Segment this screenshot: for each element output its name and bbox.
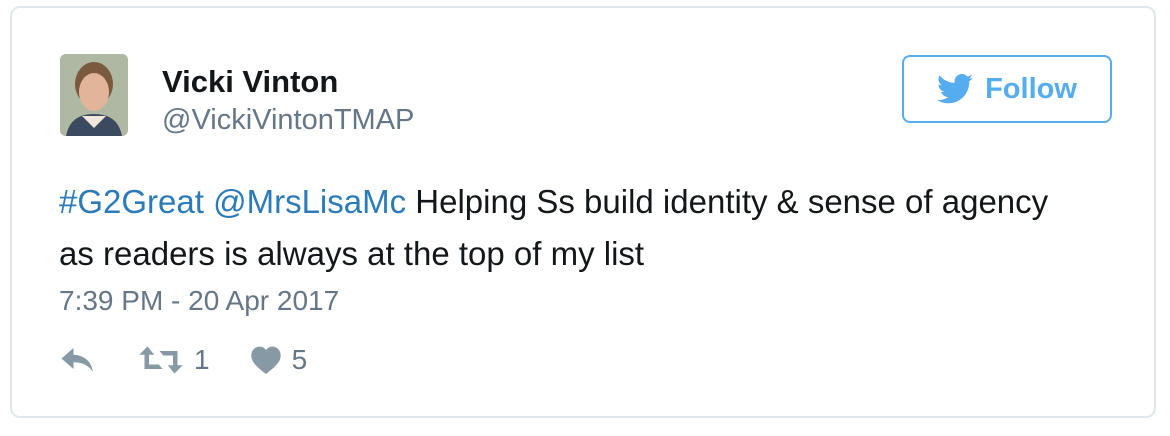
reply-button[interactable]: [60, 346, 96, 374]
tweet-text: #G2Great @MrsLisaMc Helping Ss build ide…: [59, 176, 1059, 280]
reply-icon: [61, 348, 93, 372]
retweet-count: 1: [194, 344, 210, 375]
like-count: 5: [291, 344, 308, 375]
hashtag-link[interactable]: #G2Great: [59, 183, 204, 220]
tweet-body: Helping Ss build identity & sense of age…: [59, 183, 1049, 272]
timestamp-link[interactable]: 7:39 PM - 20 Apr 2017: [59, 285, 339, 317]
follow-button[interactable]: Follow: [902, 55, 1112, 123]
author-handle[interactable]: @VickiVintonTMAP: [162, 104, 414, 137]
avatar-photo: [60, 54, 128, 136]
tweet-actions: 1 5: [60, 344, 307, 376]
twitter-bird-icon: [937, 74, 974, 104]
heart-icon: [250, 346, 281, 374]
mention-link[interactable]: @MrsLisaMc: [213, 183, 406, 220]
like-button[interactable]: 5: [250, 344, 308, 376]
follow-label: Follow: [985, 72, 1077, 105]
author-name[interactable]: Vicki Vinton: [162, 64, 338, 100]
retweet-icon: [139, 346, 183, 374]
retweet-button[interactable]: 1: [138, 344, 210, 376]
tweet-card: Vicki Vinton @VickiVintonTMAP Follow #G2…: [10, 6, 1156, 418]
avatar[interactable]: [60, 54, 128, 136]
